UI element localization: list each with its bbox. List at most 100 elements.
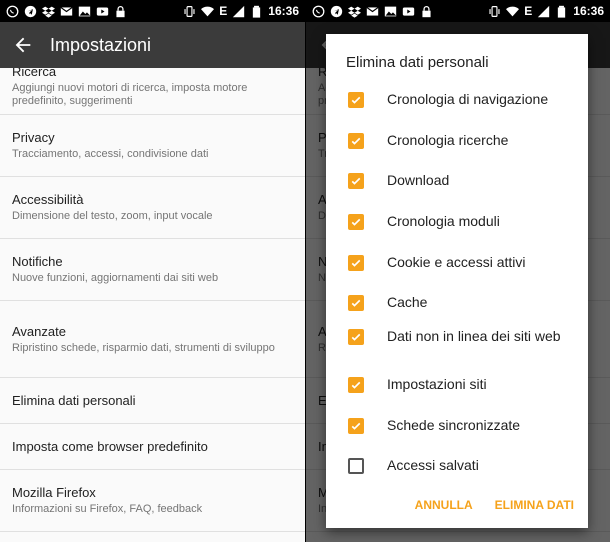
battery-icon — [250, 5, 263, 18]
checkbox-checked[interactable] — [348, 172, 364, 189]
clear-option-label: Cronologia di navigazione — [387, 91, 549, 107]
clear-option-label: Cronologia moduli — [387, 213, 500, 229]
mail-icon — [366, 5, 379, 18]
settings-item-summary: Dimensione del testo, zoom, input vocale — [12, 210, 213, 222]
clear-data-dialog: Elimina dati personali Cronologia di navi… — [326, 34, 588, 528]
whatsapp-icon — [312, 5, 325, 18]
settings-item-summary: Aggiungi nuovi motori di ricerca, impost… — [12, 82, 248, 107]
settings-item[interactable]: Privacy Tracciamento, accessi, condivisio… — [0, 115, 305, 177]
vibrate-icon — [183, 5, 196, 18]
clear-option-row[interactable]: Cronologia ricerche — [348, 132, 576, 149]
checkbox-checked[interactable] — [348, 254, 364, 271]
settings-item-title: Accessibilità — [12, 192, 84, 207]
checkbox-unchecked[interactable] — [348, 457, 364, 474]
settings-item[interactable]: Accessibilità Dimensione del testo, zoom,… — [0, 177, 305, 239]
checkbox-checked[interactable] — [348, 132, 364, 149]
dropbox-icon — [348, 5, 361, 18]
settings-item-summary: Nuove funzioni, aggiornamenti dai siti w… — [12, 272, 219, 284]
clear-data-screen: E16:36ImpostazioniRicercaAggiungi nuovi … — [306, 0, 610, 542]
system-icons: E 16:36 — [488, 4, 604, 18]
checkbox-checked[interactable] — [348, 294, 364, 311]
settings-item-summary: Ripristino schede, risparmio dati, strum… — [12, 341, 275, 354]
clear-option-label: Cookie e accessi attivi — [387, 254, 526, 270]
settings-item-title: Elimina dati personali — [12, 393, 136, 408]
settings-item[interactable]: Mozilla Firefox Informazioni su Firefox, … — [0, 470, 305, 532]
settings-item-title: Avanzate — [12, 323, 66, 339]
check-icon — [350, 94, 362, 106]
mail-icon — [60, 5, 73, 18]
settings-screen: E 16:36 Impostazioni Ricerca Aggiungi nuovi … — [0, 0, 305, 542]
network-type-label: E — [524, 4, 533, 18]
clear-option-row[interactable]: Cronologia moduli — [348, 213, 576, 230]
settings-item[interactable]: Imposta come browser predefinito — [0, 424, 305, 470]
checkbox-checked[interactable] — [348, 213, 364, 230]
status-bar: E 16:36 — [306, 0, 610, 22]
dialog-actions: ANNULLA ELIMINA DATI — [415, 498, 574, 512]
clear-option-row[interactable]: Schede sincronizzate — [348, 417, 576, 434]
clear-option-row[interactable]: Dati non in linea dei siti web — [348, 328, 576, 345]
clear-data-button[interactable]: ELIMINA DATI — [495, 498, 574, 512]
settings-item[interactable]: Elimina dati personali — [0, 378, 305, 424]
checkbox-checked[interactable] — [348, 91, 364, 108]
settings-item-title: Privacy — [12, 130, 55, 145]
vibrate-icon — [488, 5, 501, 18]
signal-icon — [232, 5, 245, 18]
clear-option-row[interactable]: Impostazioni siti — [348, 376, 576, 393]
image-icon — [78, 5, 91, 18]
check-icon — [350, 379, 362, 391]
clear-option-label: Download — [387, 172, 450, 188]
system-icons: E 16:36 — [183, 4, 299, 18]
clear-option-row[interactable]: Download — [348, 172, 576, 189]
status-bar: E 16:36 — [0, 0, 305, 22]
checkbox-checked[interactable] — [348, 417, 364, 434]
clear-option-label: Accessi salvati — [387, 457, 479, 473]
settings-item-title: Mozilla Firefox — [12, 485, 96, 500]
wifi-icon — [201, 5, 215, 18]
clear-option-label: Cronologia ricerche — [387, 132, 509, 148]
check-icon — [350, 135, 362, 147]
settings-item-title: Notifiche — [12, 254, 63, 269]
settings-list: Ricerca Aggiungi nuovi motori di ricerca,… — [0, 68, 305, 542]
cancel-button[interactable]: ANNULLA — [415, 498, 473, 512]
arrow-back-icon[interactable] — [12, 34, 34, 56]
settings-item-title: Imposta come browser predefinito — [12, 439, 208, 454]
check-icon — [350, 216, 362, 228]
check-icon — [350, 175, 362, 187]
check-icon — [350, 257, 362, 269]
checkbox-checked[interactable] — [348, 328, 364, 345]
clear-option-label: Dati non in linea dei siti web — [387, 328, 561, 344]
checkbox-checked[interactable] — [348, 376, 364, 393]
clear-option-row[interactable]: Cronologia di navigazione — [348, 91, 576, 108]
clear-option-label: Cache — [387, 294, 428, 310]
youtube-icon — [96, 5, 109, 18]
page-title: Impostazioni — [50, 34, 152, 55]
settings-item[interactable]: Ricerca Aggiungi nuovi motori di ricerca,… — [0, 68, 305, 115]
telegram-icon — [330, 5, 343, 18]
dialog-title: Elimina dati personali — [346, 54, 489, 71]
clear-option-row[interactable]: Accessi salvati — [348, 457, 576, 474]
settings-item[interactable]: Avanzate Ripristino schede, risparmio dat… — [0, 301, 305, 378]
lock-icon — [420, 5, 433, 18]
clear-option-row[interactable]: Cache — [348, 294, 576, 311]
battery-icon — [555, 5, 568, 18]
whatsapp-icon — [6, 5, 19, 18]
clear-option-row[interactable]: Cookie e accessi attivi — [348, 254, 576, 271]
settings-item[interactable]: Notifiche Nuove funzioni, aggiornamenti d… — [0, 239, 305, 301]
lock-icon — [114, 5, 127, 18]
settings-item-title: Ricerca — [12, 68, 57, 79]
network-type-label: E — [219, 4, 228, 18]
telegram-icon — [24, 5, 37, 18]
youtube-icon — [402, 5, 415, 18]
dropbox-icon — [42, 5, 55, 18]
clock: 16:36 — [573, 4, 604, 18]
clear-option-label: Impostazioni siti — [387, 376, 487, 392]
clock: 16:36 — [268, 4, 299, 18]
check-icon — [350, 297, 362, 309]
wifi-icon — [506, 5, 520, 18]
check-icon — [350, 331, 362, 343]
notification-icons — [312, 5, 433, 18]
app-bar: Impostazioni — [0, 22, 305, 68]
notification-icons — [6, 5, 127, 18]
clear-option-label: Schede sincronizzate — [387, 417, 521, 433]
signal-icon — [537, 5, 550, 18]
